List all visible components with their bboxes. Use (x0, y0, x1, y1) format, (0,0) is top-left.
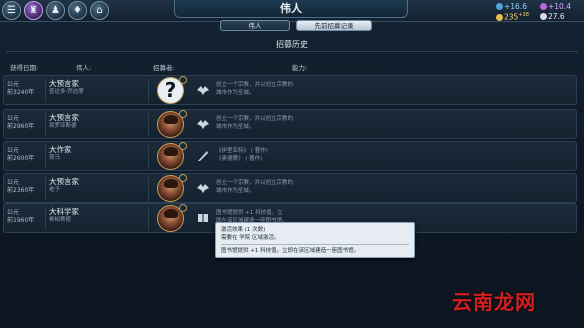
great-person-class: 大作家 (49, 145, 72, 154)
top-icons: ☰ ♜ ♟ ♦ ⌂ (2, 1, 109, 20)
culture-icon (540, 3, 547, 10)
great-person-name: 荷马 (49, 155, 61, 161)
ability-description: 《伊里亚特》 ( 著作) 《奥德赛》 ( 著作) (216, 148, 268, 162)
book-icon[interactable]: ☰ (2, 1, 21, 20)
civ-badge-icon (179, 204, 187, 212)
tab-great-people[interactable]: 伟人 (220, 20, 290, 31)
dove-icon (197, 120, 209, 129)
table-row[interactable]: 公元 前2960年 大预言家 琐罗亚斯德 创立一个宗教，并以创立宗教的 城市作为… (3, 109, 577, 139)
civ-badge-icon (179, 142, 187, 150)
great-person-class: 大预言家 (49, 79, 79, 88)
tooltip-activation: 激活效果 (1 次数) (221, 227, 266, 233)
great-person-class: 大预言家 (49, 177, 79, 186)
great-person-class: 大科学家 (49, 207, 79, 216)
person-cell: 大科学家 希帕蒂娅 (49, 207, 149, 231)
person-cell: 大预言家 查达多·乔达摩 (49, 79, 149, 103)
date-cell: 公元 前1960年 (6, 206, 46, 230)
people-icon[interactable]: ♟ (46, 1, 65, 20)
science-icon (496, 3, 503, 10)
quill-icon (198, 151, 208, 161)
book-icon (198, 214, 208, 222)
person-cell: 大预言家 老子 (49, 177, 149, 201)
table-row[interactable]: 公元 前3240年 大预言家 查达多·乔达摩 ? 创立一个宗教，并以创立宗教的 … (3, 75, 577, 105)
dove-icon (197, 86, 209, 95)
column-header-person: 伟人: (76, 64, 92, 72)
culture-stat: +10.4 (540, 2, 571, 11)
great-person-class: 大预言家 (49, 113, 79, 122)
ability-description: 创立一个宗教，并以创立宗教的 城市作为圣城。 (216, 180, 294, 194)
divider (6, 51, 578, 52)
tab-previous-recruited[interactable]: 先前招募记录 (296, 20, 372, 31)
date-cell: 公元 前2600年 (6, 144, 46, 168)
ability-description: 创立一个宗教，并以创立宗教的 城市作为圣城。 (216, 116, 294, 130)
section-title: 招募历史 (276, 40, 308, 49)
tab-bar: 伟人 先前招募记录 (220, 20, 372, 31)
column-header-recruiter: 招募者: (153, 64, 175, 72)
tooltip-effect: 图书馆提供 +1 科技值。立即在该区域建造一座图书馆。 (221, 248, 360, 254)
page-title: 伟人 (174, 0, 408, 18)
faith-stat: 27.6 (540, 12, 565, 21)
palace-icon[interactable]: ♜ (24, 1, 43, 20)
ability-description: 创立一个宗教，并以创立宗教的 城市作为圣城。 (216, 82, 294, 96)
tooltip-divider (221, 244, 409, 245)
date-cell: 公元 前2360年 (6, 176, 46, 200)
person-cell: 大作家 荷马 (49, 145, 149, 169)
info-badge-icon (179, 76, 187, 84)
watermark: 云南龙网 (452, 290, 536, 314)
science-stat: +16.6 (496, 2, 527, 11)
table-row[interactable]: 公元 前2360年 大预言家 老子 创立一个宗教，并以创立宗教的 城市作为圣城。 (3, 173, 577, 203)
gold-stat: 235+38 (496, 12, 529, 22)
column-header-date: 获得日期: (10, 64, 39, 72)
great-person-name: 查达多·乔达摩 (49, 89, 84, 95)
faith-icon (540, 13, 547, 20)
civ-badge-icon (179, 110, 187, 118)
great-person-name: 琐罗亚斯德 (49, 123, 77, 129)
table-row[interactable]: 公元 前2600年 大作家 荷马 《伊里亚特》 ( 著作) 《奥德赛》 ( 著作… (3, 141, 577, 171)
gold-icon (496, 13, 503, 21)
building-icon[interactable]: ⌂ (90, 1, 109, 20)
great-person-name: 希帕蒂娅 (49, 217, 72, 223)
date-cell: 公元 前3240年 (6, 78, 46, 102)
tooltip-requirement: 需要在 学院 区域激活。 (221, 235, 280, 241)
ability-tooltip: 激活效果 (1 次数) 需要在 学院 区域激活。 图书馆提供 +1 科技值。立即… (215, 222, 415, 258)
person-cell: 大预言家 琐罗亚斯德 (49, 113, 149, 137)
date-cell: 公元 前2960年 (6, 112, 46, 136)
civ-badge-icon (179, 174, 187, 182)
dove-icon (197, 184, 209, 193)
crest-icon[interactable]: ♦ (68, 1, 87, 20)
great-person-name: 老子 (49, 187, 61, 193)
column-header-ability: 能力: (292, 64, 308, 72)
